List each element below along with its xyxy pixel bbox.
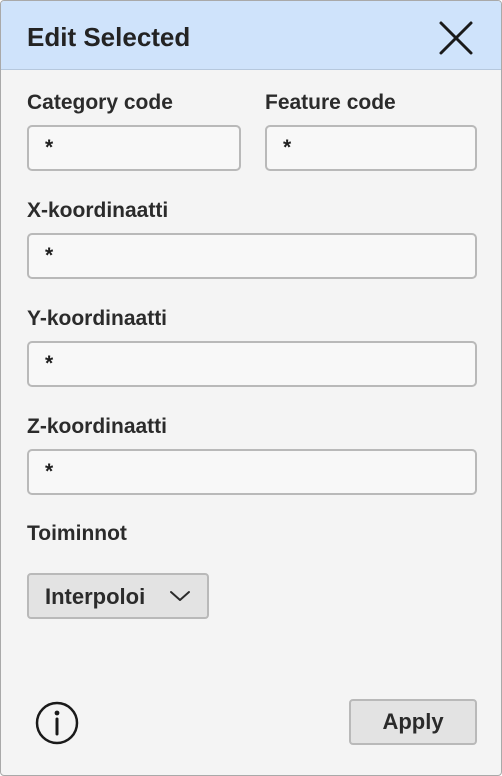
x-coordinate-label: X-koordinaatti [27, 199, 169, 222]
y-coordinate-input[interactable] [27, 341, 477, 387]
dialog-title: Edit Selected [27, 22, 191, 52]
info-icon[interactable] [34, 700, 80, 746]
z-coordinate-input[interactable] [27, 449, 477, 495]
dialog-titlebar: Edit Selected [1, 1, 501, 70]
feature-code-input[interactable] [265, 125, 477, 171]
chevron-down-icon [169, 588, 191, 604]
y-coordinate-label: Y-koordinaatti [27, 307, 168, 330]
category-code-input[interactable] [27, 125, 241, 171]
actions-dropdown-value: Interpoloi [45, 584, 146, 609]
category-code-label: Category code [27, 91, 173, 114]
edit-selected-dialog: Edit Selected Category code Feature code… [0, 0, 502, 776]
feature-code-label: Feature code [265, 91, 396, 114]
z-coordinate-label: Z-koordinaatti [27, 415, 167, 438]
actions-dropdown[interactable]: Interpoloi [27, 573, 209, 619]
close-icon[interactable] [437, 19, 475, 57]
actions-label: Toiminnot [27, 522, 127, 545]
x-coordinate-input[interactable] [27, 233, 477, 279]
apply-button[interactable]: Apply [349, 699, 477, 745]
